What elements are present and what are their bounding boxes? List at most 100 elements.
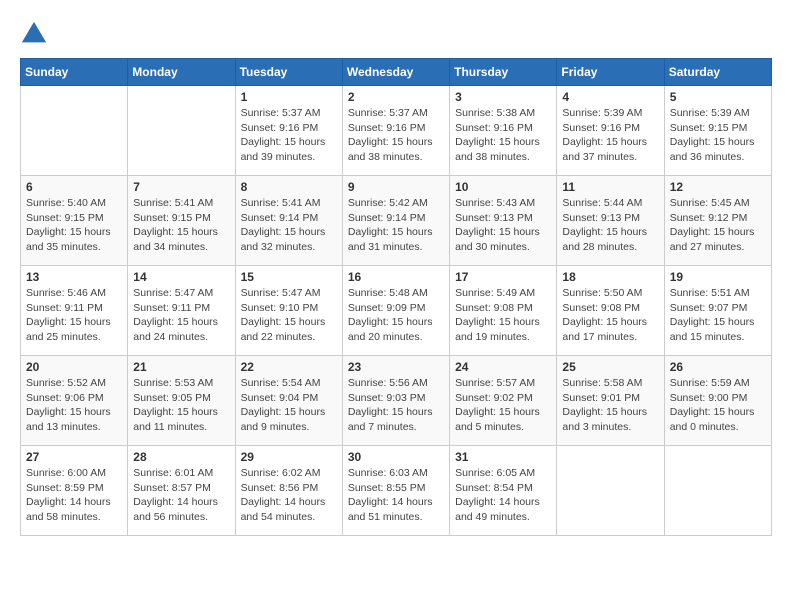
calendar-cell: 31 Sunrise: 6:05 AM Sunset: 8:54 PM Dayli… [450, 446, 557, 536]
day-number: 14 [133, 270, 229, 284]
calendar-cell: 22 Sunrise: 5:54 AM Sunset: 9:04 PM Dayli… [235, 356, 342, 446]
day-info: Sunrise: 5:39 AM Sunset: 9:16 PM Dayligh… [562, 106, 658, 165]
day-number: 7 [133, 180, 229, 194]
day-info: Sunrise: 5:42 AM Sunset: 9:14 PM Dayligh… [348, 196, 444, 255]
day-info: Sunrise: 5:47 AM Sunset: 9:11 PM Dayligh… [133, 286, 229, 345]
calendar-cell: 4 Sunrise: 5:39 AM Sunset: 9:16 PM Daylig… [557, 86, 664, 176]
calendar-cell: 11Sunrise: 5:44 AM Sunset: 9:13 PM Dayli… [557, 176, 664, 266]
day-info: Sunrise: 5:58 AM Sunset: 9:01 PM Dayligh… [562, 376, 658, 435]
calendar-cell [21, 86, 128, 176]
day-info: Sunrise: 5:39 AM Sunset: 9:15 PM Dayligh… [670, 106, 766, 165]
day-number: 13 [26, 270, 122, 284]
day-number: 1 [241, 90, 337, 104]
day-info: Sunrise: 5:37 AM Sunset: 9:16 PM Dayligh… [348, 106, 444, 165]
calendar-week-2: 6Sunrise: 5:40 AM Sunset: 9:15 PM Daylig… [21, 176, 772, 266]
calendar-cell [664, 446, 771, 536]
day-info: Sunrise: 6:03 AM Sunset: 8:55 PM Dayligh… [348, 466, 444, 525]
day-number: 9 [348, 180, 444, 194]
day-info: Sunrise: 5:57 AM Sunset: 9:02 PM Dayligh… [455, 376, 551, 435]
calendar-cell: 27 Sunrise: 6:00 AM Sunset: 8:59 PM Dayli… [21, 446, 128, 536]
weekday-header-monday: Monday [128, 59, 235, 86]
calendar-cell: 12 Sunrise: 5:45 AM Sunset: 9:12 PM Dayli… [664, 176, 771, 266]
calendar-cell [557, 446, 664, 536]
weekday-header-row: SundayMondayTuesdayWednesdayThursdayFrid… [21, 59, 772, 86]
calendar-cell: 8Sunrise: 5:41 AM Sunset: 9:14 PM Daylig… [235, 176, 342, 266]
calendar-cell: 3 Sunrise: 5:38 AM Sunset: 9:16 PM Daylig… [450, 86, 557, 176]
day-number: 23 [348, 360, 444, 374]
day-info: Sunrise: 5:51 AM Sunset: 9:07 PM Dayligh… [670, 286, 766, 345]
day-number: 18 [562, 270, 658, 284]
day-info: Sunrise: 5:50 AM Sunset: 9:08 PM Dayligh… [562, 286, 658, 345]
calendar-cell: 1 Sunrise: 5:37 AM Sunset: 9:16 PM Daylig… [235, 86, 342, 176]
calendar-week-3: 13 Sunrise: 5:46 AM Sunset: 9:11 PM Dayli… [21, 266, 772, 356]
day-info: Sunrise: 5:38 AM Sunset: 9:16 PM Dayligh… [455, 106, 551, 165]
day-info: Sunrise: 5:48 AM Sunset: 9:09 PM Dayligh… [348, 286, 444, 345]
calendar-cell: 9 Sunrise: 5:42 AM Sunset: 9:14 PM Daylig… [342, 176, 449, 266]
calendar-cell: 23Sunrise: 5:56 AM Sunset: 9:03 PM Dayli… [342, 356, 449, 446]
day-number: 17 [455, 270, 551, 284]
calendar-cell: 5 Sunrise: 5:39 AM Sunset: 9:15 PM Daylig… [664, 86, 771, 176]
calendar-cell [128, 86, 235, 176]
day-info: Sunrise: 5:40 AM Sunset: 9:15 PM Dayligh… [26, 196, 122, 255]
calendar-cell: 16 Sunrise: 5:48 AM Sunset: 9:09 PM Dayli… [342, 266, 449, 356]
calendar-body: 1 Sunrise: 5:37 AM Sunset: 9:16 PM Daylig… [21, 86, 772, 536]
day-info: Sunrise: 5:49 AM Sunset: 9:08 PM Dayligh… [455, 286, 551, 345]
page-header [20, 20, 772, 48]
day-number: 19 [670, 270, 766, 284]
calendar-cell: 29 Sunrise: 6:02 AM Sunset: 8:56 PM Dayli… [235, 446, 342, 536]
day-number: 5 [670, 90, 766, 104]
day-info: Sunrise: 5:43 AM Sunset: 9:13 PM Dayligh… [455, 196, 551, 255]
calendar-cell: 28Sunrise: 6:01 AM Sunset: 8:57 PM Dayli… [128, 446, 235, 536]
calendar-cell: 25 Sunrise: 5:58 AM Sunset: 9:01 PM Dayli… [557, 356, 664, 446]
calendar-cell: 15Sunrise: 5:47 AM Sunset: 9:10 PM Dayli… [235, 266, 342, 356]
calendar-week-4: 20Sunrise: 5:52 AM Sunset: 9:06 PM Dayli… [21, 356, 772, 446]
day-info: Sunrise: 5:53 AM Sunset: 9:05 PM Dayligh… [133, 376, 229, 435]
weekday-header-wednesday: Wednesday [342, 59, 449, 86]
day-number: 12 [670, 180, 766, 194]
day-number: 10 [455, 180, 551, 194]
calendar-cell: 6Sunrise: 5:40 AM Sunset: 9:15 PM Daylig… [21, 176, 128, 266]
calendar-cell: 24 Sunrise: 5:57 AM Sunset: 9:02 PM Dayli… [450, 356, 557, 446]
calendar-cell: 13 Sunrise: 5:46 AM Sunset: 9:11 PM Dayli… [21, 266, 128, 356]
day-number: 24 [455, 360, 551, 374]
day-number: 30 [348, 450, 444, 464]
calendar-cell: 7 Sunrise: 5:41 AM Sunset: 9:15 PM Daylig… [128, 176, 235, 266]
calendar-cell: 19 Sunrise: 5:51 AM Sunset: 9:07 PM Dayli… [664, 266, 771, 356]
weekday-header-sunday: Sunday [21, 59, 128, 86]
calendar-cell: 2Sunrise: 5:37 AM Sunset: 9:16 PM Daylig… [342, 86, 449, 176]
day-number: 26 [670, 360, 766, 374]
day-number: 11 [562, 180, 658, 194]
day-info: Sunrise: 6:05 AM Sunset: 8:54 PM Dayligh… [455, 466, 551, 525]
calendar-cell: 14 Sunrise: 5:47 AM Sunset: 9:11 PM Dayli… [128, 266, 235, 356]
day-number: 16 [348, 270, 444, 284]
calendar-table: SundayMondayTuesdayWednesdayThursdayFrid… [20, 58, 772, 536]
weekday-header-tuesday: Tuesday [235, 59, 342, 86]
day-number: 22 [241, 360, 337, 374]
day-number: 21 [133, 360, 229, 374]
logo [20, 20, 52, 48]
day-info: Sunrise: 5:54 AM Sunset: 9:04 PM Dayligh… [241, 376, 337, 435]
day-number: 25 [562, 360, 658, 374]
day-info: Sunrise: 6:02 AM Sunset: 8:56 PM Dayligh… [241, 466, 337, 525]
day-info: Sunrise: 5:37 AM Sunset: 9:16 PM Dayligh… [241, 106, 337, 165]
day-info: Sunrise: 5:45 AM Sunset: 9:12 PM Dayligh… [670, 196, 766, 255]
logo-icon [20, 20, 48, 48]
day-number: 27 [26, 450, 122, 464]
day-info: Sunrise: 6:00 AM Sunset: 8:59 PM Dayligh… [26, 466, 122, 525]
day-info: Sunrise: 5:46 AM Sunset: 9:11 PM Dayligh… [26, 286, 122, 345]
calendar-cell: 21 Sunrise: 5:53 AM Sunset: 9:05 PM Dayli… [128, 356, 235, 446]
calendar-cell: 30 Sunrise: 6:03 AM Sunset: 8:55 PM Dayli… [342, 446, 449, 536]
day-info: Sunrise: 5:41 AM Sunset: 9:15 PM Dayligh… [133, 196, 229, 255]
day-number: 29 [241, 450, 337, 464]
day-info: Sunrise: 5:47 AM Sunset: 9:10 PM Dayligh… [241, 286, 337, 345]
calendar-header: SundayMondayTuesdayWednesdayThursdayFrid… [21, 59, 772, 86]
day-number: 3 [455, 90, 551, 104]
calendar-week-5: 27 Sunrise: 6:00 AM Sunset: 8:59 PM Dayli… [21, 446, 772, 536]
day-number: 4 [562, 90, 658, 104]
day-number: 31 [455, 450, 551, 464]
weekday-header-friday: Friday [557, 59, 664, 86]
calendar-cell: 26Sunrise: 5:59 AM Sunset: 9:00 PM Dayli… [664, 356, 771, 446]
weekday-header-saturday: Saturday [664, 59, 771, 86]
day-number: 8 [241, 180, 337, 194]
day-info: Sunrise: 5:52 AM Sunset: 9:06 PM Dayligh… [26, 376, 122, 435]
